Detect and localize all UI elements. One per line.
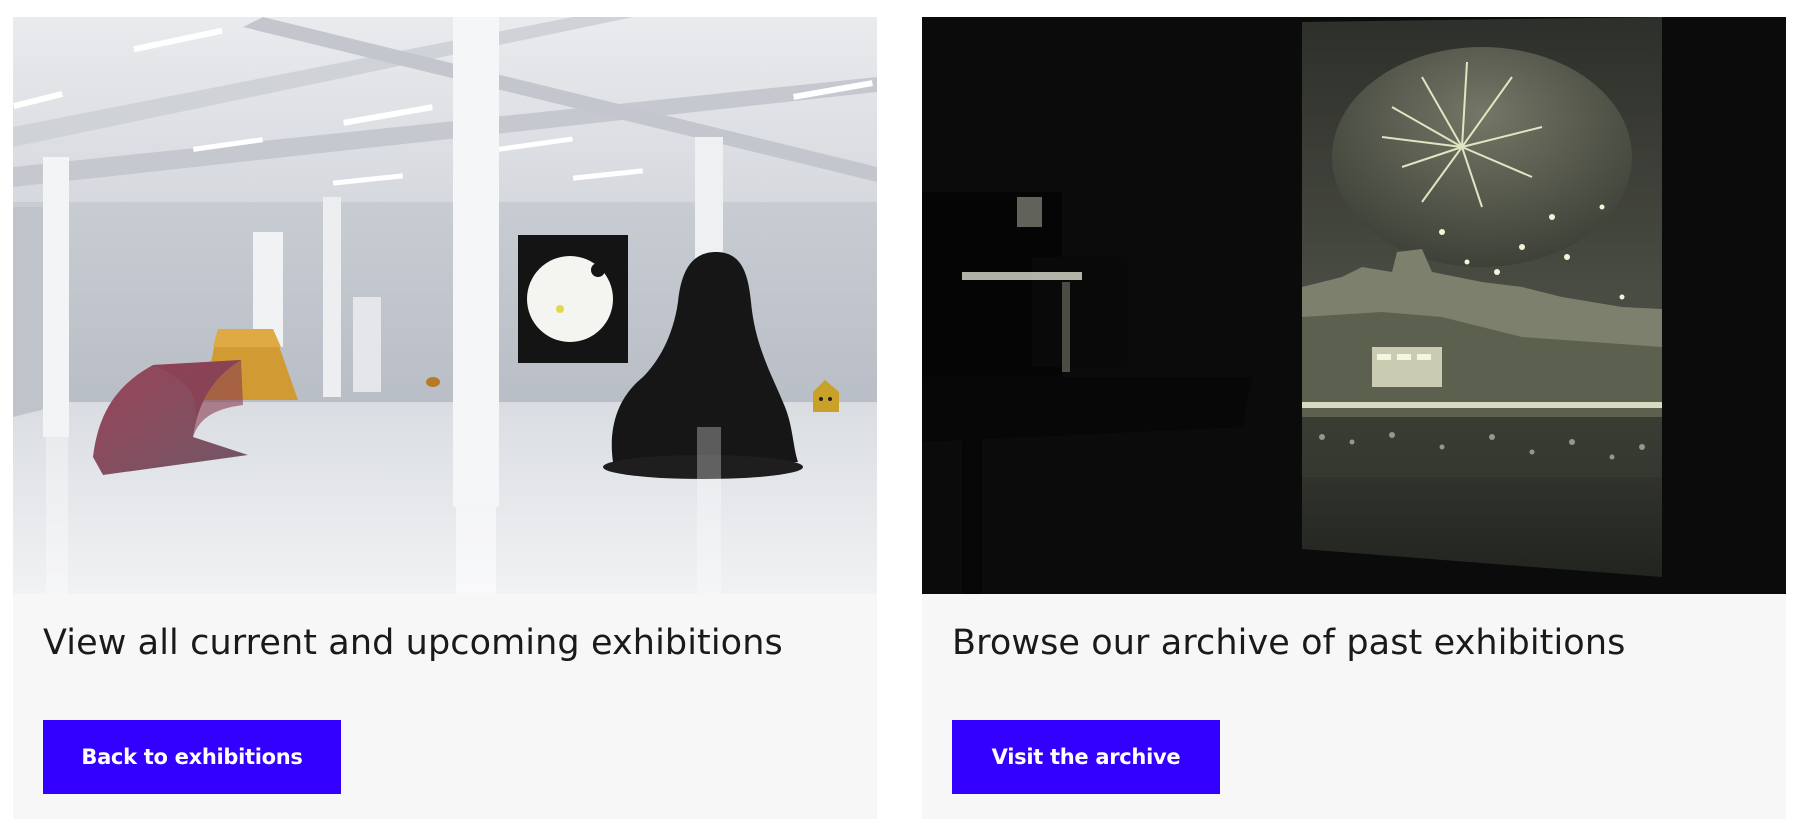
- back-to-exhibitions-button[interactable]: Back to exhibitions: [43, 720, 341, 794]
- card-archive: Browse our archive of past exhibitions V…: [922, 17, 1786, 819]
- archive-projection-image[interactable]: [922, 17, 1786, 594]
- gallery-installation-image[interactable]: [13, 17, 877, 594]
- card-current-exhibitions: View all current and upcoming exhibition…: [13, 17, 877, 819]
- visit-archive-button[interactable]: Visit the archive: [952, 720, 1220, 794]
- card-title: View all current and upcoming exhibition…: [43, 623, 783, 663]
- card-title: Browse our archive of past exhibitions: [952, 623, 1626, 663]
